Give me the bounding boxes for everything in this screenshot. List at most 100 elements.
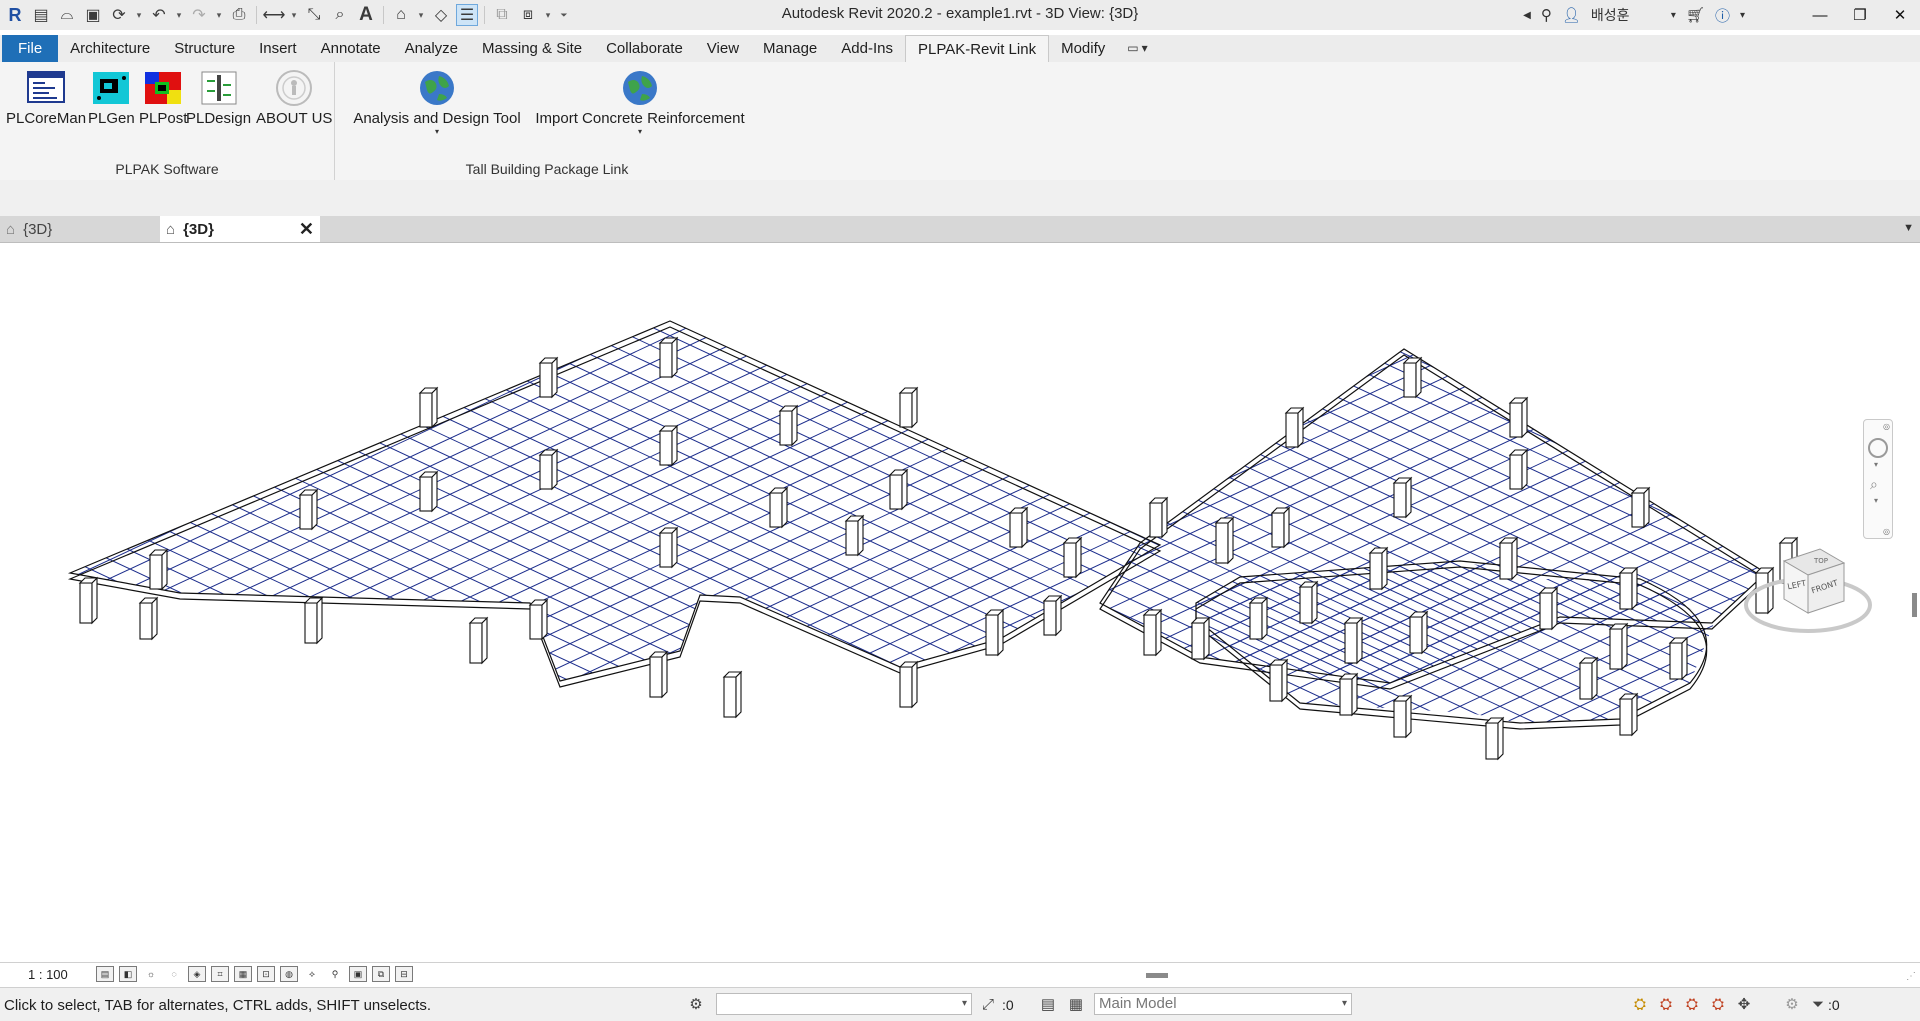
column[interactable] xyxy=(898,660,919,709)
chevron-down-icon[interactable]: ▾ xyxy=(543,4,553,26)
tab-collaborate[interactable]: Collaborate xyxy=(594,35,695,62)
chevron-left-icon[interactable]: ◀ xyxy=(1518,2,1536,28)
column[interactable] xyxy=(78,576,99,625)
chevron-down-icon[interactable]: ▾ xyxy=(1735,2,1750,28)
dimension-icon[interactable]: ⤡ xyxy=(303,4,325,26)
user-name[interactable]: 배성훈 xyxy=(1586,2,1666,28)
column[interactable] xyxy=(1062,536,1083,579)
design-option-dropdown[interactable]: Main Model ▾ xyxy=(1094,993,1352,1015)
viewcube[interactable]: TOP LEFT FRONT xyxy=(1740,543,1876,643)
text-icon[interactable]: A xyxy=(355,4,377,26)
column[interactable] xyxy=(1668,636,1689,681)
save-icon[interactable]: ▣ xyxy=(82,4,104,26)
hide-isolate-icon[interactable]: ◍ xyxy=(280,966,298,982)
column[interactable] xyxy=(658,336,679,379)
tab-file[interactable]: File xyxy=(2,35,59,62)
chevron-down-icon[interactable]: ▾ xyxy=(1874,496,1878,505)
column[interactable] xyxy=(1402,356,1423,399)
tab-massing-site[interactable]: Massing & Site xyxy=(470,35,594,62)
undo-icon[interactable]: ↶ xyxy=(148,4,170,26)
column[interactable] xyxy=(722,670,743,719)
highlight-displacement-icon[interactable]: ⧉ xyxy=(372,966,390,982)
reveal-constraints-icon[interactable]: ⊟ xyxy=(395,966,413,982)
column[interactable] xyxy=(984,608,1005,657)
plpost-button[interactable]: PLPost xyxy=(139,68,187,127)
column[interactable] xyxy=(418,386,439,429)
measure-icon[interactable]: ⟷ xyxy=(263,4,286,26)
column[interactable] xyxy=(1368,546,1389,591)
column[interactable] xyxy=(1618,692,1639,737)
column[interactable] xyxy=(528,598,549,641)
column[interactable] xyxy=(1268,658,1289,703)
close-icon[interactable]: ◎ xyxy=(1883,422,1890,431)
active-option-icon[interactable]: ▦ xyxy=(1066,995,1086,1013)
show-crop-icon[interactable]: ▦ xyxy=(234,966,252,982)
column[interactable] xyxy=(1484,716,1505,761)
column[interactable] xyxy=(1298,580,1319,625)
revit-logo-icon[interactable]: R xyxy=(4,4,26,26)
restore-icon[interactable]: ❐ xyxy=(1840,2,1880,28)
minimize-icon[interactable]: — xyxy=(1800,2,1840,28)
column[interactable] xyxy=(844,514,865,557)
tab-insert[interactable]: Insert xyxy=(247,35,309,62)
column[interactable] xyxy=(138,596,159,641)
column[interactable] xyxy=(1008,506,1029,549)
tab-analyze[interactable]: Analyze xyxy=(393,35,470,62)
thin-lines-icon[interactable]: ☰ xyxy=(456,4,478,26)
view-tab-active[interactable]: ⌂ {3D} ✕ xyxy=(160,216,320,242)
filter-icon[interactable]: ⏷ xyxy=(1808,995,1828,1013)
steering-wheel-icon[interactable] xyxy=(1868,438,1888,458)
column[interactable] xyxy=(658,424,679,467)
zoom-icon[interactable]: ⌕ xyxy=(1870,476,1878,493)
plgen-button[interactable]: PLGen xyxy=(88,68,135,127)
column[interactable] xyxy=(1508,448,1529,491)
drag-elements-icon[interactable]: ✥ xyxy=(1734,995,1754,1013)
vertical-scrollbar-thumb[interactable] xyxy=(1912,593,1917,617)
tab-modify[interactable]: Modify xyxy=(1049,35,1117,62)
column[interactable] xyxy=(1270,506,1291,549)
column[interactable] xyxy=(1343,616,1364,665)
chevron-down-icon[interactable]: ▾ xyxy=(134,4,144,26)
column[interactable] xyxy=(1338,672,1359,717)
tab-view[interactable]: View xyxy=(695,35,751,62)
horizontal-scrollbar-thumb[interactable] xyxy=(1146,973,1168,978)
column[interactable] xyxy=(1214,516,1235,565)
reveal-hidden-icon[interactable]: ⟡ xyxy=(303,966,321,982)
column[interactable] xyxy=(1392,694,1413,739)
view-scale[interactable]: 1 : 100 xyxy=(28,967,68,982)
column[interactable] xyxy=(538,448,559,491)
chevron-down-icon[interactable]: ▾ xyxy=(289,4,299,26)
column[interactable] xyxy=(778,404,799,447)
cart-icon[interactable]: 🛒︎ xyxy=(1681,2,1710,28)
column[interactable] xyxy=(1190,616,1211,661)
view-tab[interactable]: ⌂ {3D} xyxy=(0,216,160,242)
column[interactable] xyxy=(1608,622,1629,671)
tab-add-ins[interactable]: Add-Ins xyxy=(829,35,905,62)
close-tab-icon[interactable]: ✕ xyxy=(299,219,314,240)
analytical-model-icon[interactable]: ▣ xyxy=(349,966,367,982)
chevron-down-icon[interactable]: ▾ xyxy=(174,4,184,26)
info-center-icon[interactable]: ▤ xyxy=(30,4,52,26)
close-hidden-icon[interactable]: ⧉ xyxy=(491,4,513,26)
chevron-down-icon[interactable]: ▾ xyxy=(1874,460,1878,469)
crop-view-icon[interactable]: ⌗ xyxy=(211,966,229,982)
shadows-icon[interactable]: ◌ xyxy=(165,966,183,982)
column[interactable] xyxy=(1508,396,1529,439)
binoculars-icon[interactable]: ⚲ xyxy=(1536,2,1557,28)
tab-annotate[interactable]: Annotate xyxy=(309,35,393,62)
tab-manage[interactable]: Manage xyxy=(751,35,829,62)
chevron-down-icon[interactable]: ▾ xyxy=(1666,2,1681,28)
column[interactable] xyxy=(1578,656,1599,701)
column[interactable] xyxy=(1142,608,1163,657)
column[interactable] xyxy=(1498,536,1519,581)
column[interactable] xyxy=(1408,610,1429,655)
column[interactable] xyxy=(1630,486,1651,529)
unlock-view-icon[interactable]: ⊡ xyxy=(257,966,275,982)
temporary-properties-icon[interactable]: ⚲ xyxy=(326,966,344,982)
chevron-down-icon[interactable]: ▾ xyxy=(416,4,426,26)
column[interactable] xyxy=(538,356,559,399)
detail-level-icon[interactable]: ▤ xyxy=(96,966,114,982)
tag-icon[interactable]: ⌕ xyxy=(329,4,351,26)
visual-style-icon[interactable]: ◧ xyxy=(119,966,137,982)
user-icon[interactable]: 👤︎ xyxy=(1557,2,1586,28)
